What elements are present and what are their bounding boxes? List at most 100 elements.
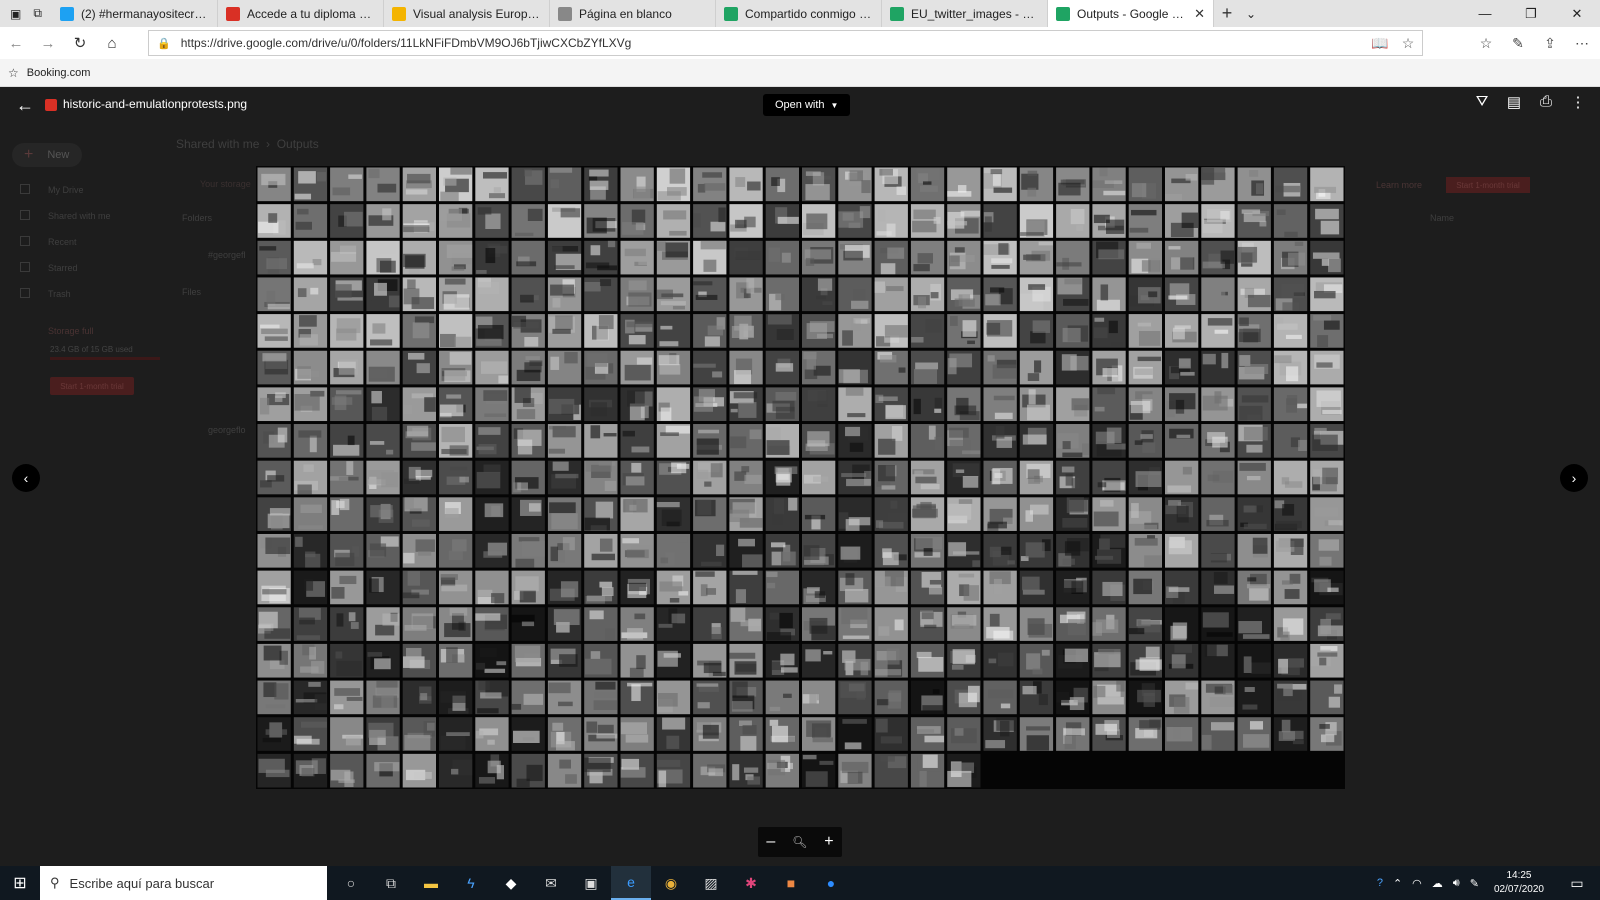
preview-image bbox=[256, 166, 1345, 789]
mosaic-thumbnail bbox=[402, 533, 436, 568]
reading-view-icon[interactable]: 📖 bbox=[1366, 35, 1394, 52]
restore-icon[interactable]: ❐ bbox=[1508, 0, 1554, 27]
mosaic-thumbnail bbox=[1273, 387, 1308, 422]
browser-tab-5[interactable]: EU_twitter_images - Google bbox=[882, 0, 1048, 27]
close-window-icon[interactable]: ✕ bbox=[1554, 0, 1600, 27]
task-view-icon[interactable]: ⧉ bbox=[371, 866, 411, 900]
taskbar-search[interactable]: ⚲ Escribe aquí para buscar bbox=[40, 866, 327, 900]
slack-icon[interactable]: ✱ bbox=[731, 866, 771, 900]
mosaic-thumbnail bbox=[693, 570, 727, 605]
back-arrow-icon[interactable]: ← bbox=[16, 95, 34, 116]
notifications-icon[interactable]: ▭ bbox=[1559, 875, 1595, 892]
favorites-icon[interactable]: ☆ bbox=[1470, 35, 1502, 52]
forward-icon[interactable]: → bbox=[32, 35, 64, 52]
add-to-drive-icon[interactable]: ⛛ bbox=[1466, 93, 1498, 111]
mosaic-thumbnail bbox=[366, 680, 400, 715]
mail-icon[interactable]: ✉ bbox=[531, 866, 571, 900]
back-icon[interactable]: ← bbox=[0, 35, 32, 52]
zoom-out-button[interactable]: – bbox=[766, 833, 775, 851]
comment-icon[interactable]: ▤ bbox=[1498, 93, 1530, 111]
color-app-icon[interactable]: ■ bbox=[771, 866, 811, 900]
zoom-app-icon[interactable]: ● bbox=[811, 866, 851, 900]
browser-tab-0[interactable]: (2) #hermanayositecreo - Bu bbox=[52, 0, 218, 27]
onedrive-icon[interactable]: ☁ bbox=[1432, 877, 1443, 890]
zoom-in-button[interactable]: + bbox=[824, 833, 833, 851]
mosaic-thumbnail bbox=[475, 607, 509, 641]
file-explorer-icon[interactable]: ▬ bbox=[411, 866, 451, 900]
mosaic-thumbnail bbox=[293, 387, 328, 422]
browser-tab-6[interactable]: Outputs - Google Drive ✕ bbox=[1048, 0, 1214, 27]
lightning-app-icon[interactable]: ϟ bbox=[451, 866, 491, 900]
tab-preview-icon[interactable]: ⧉ bbox=[33, 6, 42, 21]
more-icon[interactable]: ⋯ bbox=[1566, 35, 1598, 52]
mosaic-thumbnail bbox=[765, 350, 799, 385]
photos-icon[interactable]: ▨ bbox=[691, 866, 731, 900]
volume-icon[interactable]: 🔊︎ bbox=[1453, 877, 1460, 890]
mosaic-thumbnail bbox=[1019, 460, 1054, 495]
pen-icon[interactable]: ✎ bbox=[1502, 35, 1534, 52]
store-icon[interactable]: ▣ bbox=[571, 866, 611, 900]
mosaic-thumbnail bbox=[1019, 277, 1054, 312]
help-icon[interactable]: ? bbox=[1377, 877, 1383, 889]
tab-favicon-icon bbox=[890, 6, 904, 21]
mosaic-thumbnail bbox=[366, 387, 400, 422]
chrome-icon[interactable]: ◉ bbox=[651, 866, 691, 900]
mosaic-thumbnail bbox=[910, 204, 945, 238]
clock[interactable]: 14:25 02/07/2020 bbox=[1494, 869, 1544, 897]
print-icon[interactable]: ⎙ bbox=[1530, 93, 1562, 111]
dropbox-icon[interactable]: ◆ bbox=[491, 866, 531, 900]
mosaic-thumbnail bbox=[1310, 570, 1344, 605]
more-options-icon[interactable]: ⋮ bbox=[1562, 93, 1594, 111]
tabs-aside-icon[interactable]: ▣ bbox=[10, 7, 21, 21]
browser-tab-4[interactable]: Compartido conmigo - Goo bbox=[716, 0, 882, 27]
home-icon[interactable]: ⌂ bbox=[96, 35, 128, 52]
zoom-magnifier-icon[interactable]: 🔍︎ bbox=[792, 835, 807, 849]
pen-workspace-icon[interactable]: ✎ bbox=[1470, 877, 1479, 890]
browser-tab-3[interactable]: Página en blanco bbox=[550, 0, 716, 27]
mosaic-thumbnail bbox=[1056, 240, 1090, 275]
favorite-star-icon[interactable]: ☆ bbox=[1394, 35, 1422, 52]
cortana-icon[interactable]: ○ bbox=[331, 866, 371, 900]
mosaic-thumbnail bbox=[1019, 533, 1054, 568]
storage-bar bbox=[50, 357, 160, 360]
share-icon[interactable]: ⇪ bbox=[1534, 35, 1566, 52]
favorite-booking[interactable]: Booking.com bbox=[27, 67, 91, 79]
mosaic-thumbnail bbox=[1165, 277, 1199, 312]
open-with-button[interactable]: Open with ▼ bbox=[763, 94, 851, 116]
mosaic-thumbnail bbox=[293, 717, 328, 751]
mosaic-thumbnail bbox=[511, 314, 545, 348]
close-tab-icon[interactable]: ✕ bbox=[1194, 6, 1205, 22]
address-bar[interactable]: 🔒 https://drive.google.com/drive/u/0/fol… bbox=[148, 30, 1423, 56]
mosaic-thumbnail bbox=[1056, 204, 1090, 238]
edge-icon[interactable]: e bbox=[611, 866, 651, 900]
mosaic-thumbnail bbox=[584, 460, 618, 495]
mosaic-thumbnail bbox=[1273, 277, 1308, 312]
new-tab-button[interactable]: + bbox=[1214, 0, 1240, 27]
lock-icon: 🔒 bbox=[157, 37, 171, 50]
browser-tab-2[interactable]: Visual analysis European Un bbox=[384, 0, 550, 27]
browser-tab-1[interactable]: Accede a tu diploma - elisg: bbox=[218, 0, 384, 27]
mosaic-thumbnail bbox=[1092, 387, 1126, 422]
window-controls: — ❐ ✕ bbox=[1462, 0, 1600, 27]
tray-chevron-icon[interactable]: ⌃ bbox=[1393, 877, 1402, 890]
mosaic-thumbnail bbox=[330, 753, 364, 788]
mosaic-thumbnail bbox=[874, 314, 908, 348]
mosaic-thumbnail bbox=[547, 570, 582, 605]
mosaic-thumbnail bbox=[257, 753, 291, 788]
windows-taskbar: ⊞ ⚲ Escribe aquí para buscar ○ ⧉ ▬ ϟ ◆ ✉… bbox=[0, 866, 1600, 900]
zoom-controls: – 🔍︎ + bbox=[758, 827, 842, 857]
windows-start-icon[interactable]: ⊞ bbox=[0, 873, 40, 893]
system-tray: ? ⌃ ◠ ☁ 🔊︎ ✎ 14:25 02/07/2020 ▭ bbox=[1372, 869, 1600, 897]
mosaic-thumbnail bbox=[802, 424, 836, 458]
wifi-icon[interactable]: ◠ bbox=[1412, 877, 1422, 890]
mosaic-thumbnail bbox=[547, 533, 582, 568]
mosaic-thumbnail bbox=[765, 424, 799, 458]
mosaic-thumbnail bbox=[983, 497, 1017, 531]
minimize-icon[interactable]: — bbox=[1462, 0, 1508, 27]
mosaic-thumbnail bbox=[584, 533, 618, 568]
tab-list-chevron-icon[interactable]: ⌄ bbox=[1240, 0, 1262, 27]
refresh-icon[interactable]: ↻ bbox=[64, 34, 96, 52]
mosaic-thumbnail bbox=[584, 277, 618, 312]
previous-file-button[interactable]: ‹ bbox=[12, 464, 40, 492]
next-file-button[interactable]: › bbox=[1560, 464, 1588, 492]
